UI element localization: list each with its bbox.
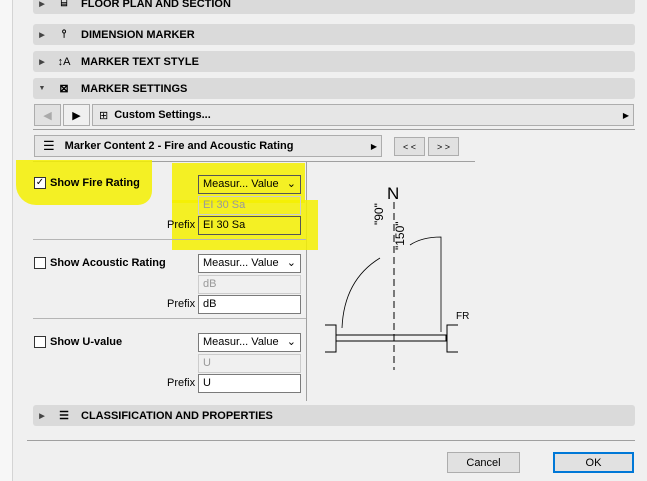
fire-rating-prefix-input[interactable]: EI 30 Sa xyxy=(198,216,301,235)
cancel-button[interactable]: Cancel xyxy=(447,452,520,473)
floor-plan-icon: ⌸ xyxy=(60,0,68,9)
fire-rating-value-field: EI 30 Sa xyxy=(198,196,301,215)
custom-settings-label: Custom Settings... xyxy=(114,109,211,121)
prefix-label: Prefix xyxy=(167,377,196,389)
angle-label-150: "150" xyxy=(393,221,407,250)
marker-content-label: Marker Content 2 - Fire and Acoustic Rat… xyxy=(64,140,294,152)
dropdown-value: Measur... Value xyxy=(203,336,279,348)
divider xyxy=(27,440,635,441)
section-floor-plan[interactable]: ▶ ⌸ FLOOR PLAN AND SECTION xyxy=(33,0,635,14)
section-label: CLASSIFICATION AND PROPERTIES xyxy=(81,409,273,422)
angle-label-90: "90" xyxy=(372,203,386,225)
chevron-down-icon: ⌄ xyxy=(286,336,296,348)
section-dimension-marker[interactable]: ▶ ⫯ DIMENSION MARKER xyxy=(33,24,635,45)
section-label: MARKER TEXT STYLE xyxy=(81,55,199,68)
section-label: DIMENSION MARKER xyxy=(81,28,195,41)
dropdown-value: Measur... Value xyxy=(203,178,279,190)
swing-arc-90 xyxy=(341,257,381,329)
u-value-value-field: U xyxy=(198,354,301,373)
u-value-prefix-input[interactable]: U xyxy=(198,374,301,393)
text-style-icon: ↕A xyxy=(57,55,71,68)
section-classification[interactable]: ▶ ☰ CLASSIFICATION AND PROPERTIES xyxy=(33,405,635,426)
checkbox-label: Show U-value xyxy=(50,336,123,348)
show-fire-rating-checkbox[interactable]: ✓ Show Fire Rating xyxy=(34,177,140,189)
acoustic-rating-type-dropdown[interactable]: Measur... Value ⌄ xyxy=(198,254,301,273)
list-icon: ☰ xyxy=(43,138,55,153)
custom-settings-dropdown[interactable]: ⊞ Custom Settings... ▶ xyxy=(92,104,634,126)
expand-icon: ▶ xyxy=(39,31,45,39)
next-setting-button[interactable]: ▶ xyxy=(63,104,90,126)
marker-content-dropdown[interactable]: ☰ Marker Content 2 - Fire and Acoustic Ra… xyxy=(34,135,382,157)
section-marker-settings[interactable]: ▼ ⊠ MARKER SETTINGS xyxy=(33,78,635,99)
settings-icon: ⊞ xyxy=(99,109,109,122)
prev-setting-button[interactable]: ◀ xyxy=(34,104,61,126)
door-leaf xyxy=(335,334,447,342)
show-u-value-checkbox[interactable]: Show U-value xyxy=(34,336,122,348)
prefix-label: Prefix xyxy=(167,219,196,231)
checkbox-checked[interactable]: ✓ xyxy=(34,177,46,189)
fr-label: FR xyxy=(456,311,470,322)
expand-icon: ▶ xyxy=(39,58,45,66)
document-icon: ☰ xyxy=(59,410,69,422)
checkbox-unchecked[interactable] xyxy=(34,257,46,269)
arrow-right-icon: ▶ xyxy=(622,110,629,120)
prefix-label: Prefix xyxy=(167,298,196,310)
show-acoustic-rating-checkbox[interactable]: Show Acoustic Rating xyxy=(34,257,166,269)
u-value-type-dropdown[interactable]: Measur... Value ⌄ xyxy=(198,333,301,352)
section-label: MARKER SETTINGS xyxy=(81,82,188,95)
expand-icon: ▶ xyxy=(39,412,45,420)
ok-button[interactable]: OK xyxy=(553,452,634,473)
checkbox-label: Show Acoustic Rating xyxy=(50,257,166,269)
left-strip xyxy=(0,0,13,481)
divider xyxy=(33,318,306,319)
checkbox-label: Show Fire Rating xyxy=(50,177,140,189)
dimension-icon: ⫯ xyxy=(61,28,67,40)
section-marker-text-style[interactable]: ▶ ↕A MARKER TEXT STYLE xyxy=(33,51,635,72)
vertical-divider xyxy=(306,161,307,401)
north-label: N xyxy=(387,184,400,203)
checkbox-unchecked[interactable] xyxy=(34,336,46,348)
wall-jambs xyxy=(325,324,458,353)
section-label: FLOOR PLAN AND SECTION xyxy=(81,0,231,10)
arrow-right-icon: ▶ xyxy=(370,141,377,151)
dropdown-value: Measur... Value xyxy=(203,257,279,269)
next-content-button[interactable]: > > xyxy=(428,137,459,156)
expand-icon: ▶ xyxy=(39,0,45,8)
previous-content-button[interactable]: < < xyxy=(394,137,425,156)
divider xyxy=(33,129,635,130)
acoustic-rating-prefix-input[interactable]: dB xyxy=(198,295,301,314)
chevron-down-icon: ⌄ xyxy=(286,257,296,269)
chevron-down-icon: ⌄ xyxy=(286,178,296,190)
marker-settings-icon: ⊠ xyxy=(59,83,69,95)
fire-rating-type-dropdown[interactable]: Measur... Value ⌄ xyxy=(198,175,301,194)
swing-arc-150 xyxy=(409,236,442,332)
divider xyxy=(33,239,306,240)
acoustic-rating-value-field: dB xyxy=(198,275,301,294)
collapse-icon: ▼ xyxy=(38,85,46,92)
